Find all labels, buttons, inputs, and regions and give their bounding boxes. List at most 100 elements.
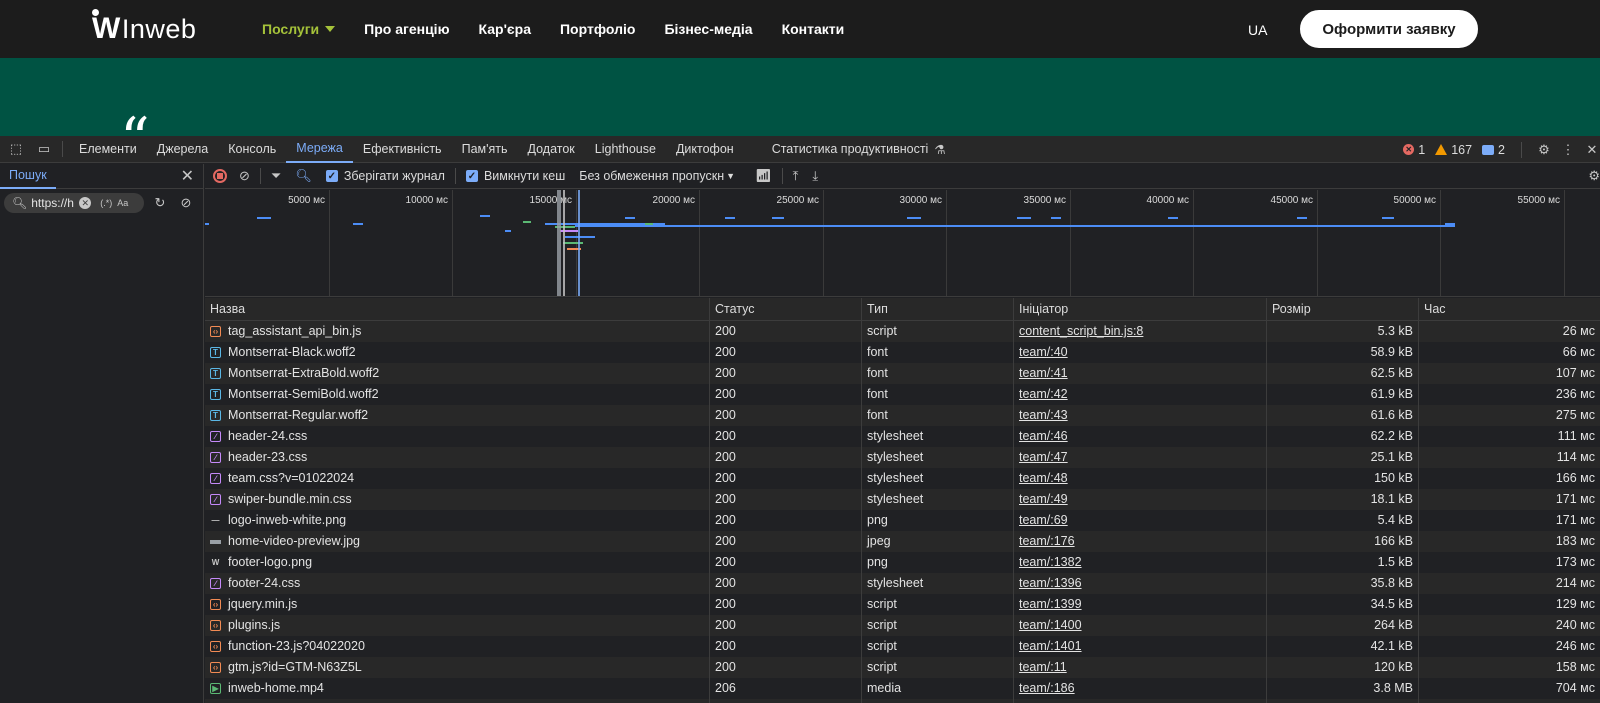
nav-services[interactable]: Послуги xyxy=(262,21,336,37)
tab-elements[interactable]: Елементи xyxy=(69,136,147,163)
initiator-link[interactable]: team/:1400 xyxy=(1019,618,1082,632)
cell-name: ∕ swiper-bundle.min.css xyxy=(205,489,710,510)
network-overview[interactable]: 5000 мс 10000 мс 15000 мс 20000 мс 25000 мс 3… xyxy=(205,190,1600,297)
warning-count-badge[interactable]: 167 xyxy=(1435,143,1472,157)
initiator-link[interactable]: team/:176 xyxy=(1019,534,1075,548)
initiator-link[interactable]: team/:47 xyxy=(1019,450,1068,464)
table-row[interactable]: T Montserrat-SemiBold.woff2 200 font team/:4… xyxy=(205,384,1600,405)
overview-marker[interactable] xyxy=(578,190,580,296)
tab-application[interactable]: Додаток xyxy=(518,136,585,163)
message-count-badge[interactable]: 2 xyxy=(1482,143,1505,157)
inspect-element-icon[interactable]: ⬚ xyxy=(8,141,24,157)
search-tab[interactable]: Пошук xyxy=(0,164,56,189)
table-row[interactable]: ‹› jquery.min.js 200 script team/:1399 34.5 k… xyxy=(205,594,1600,615)
search-network-icon[interactable]: 🔍︎ xyxy=(295,168,312,184)
table-row[interactable]: T Montserrat-Black.woff2 200 font team/:40 58… xyxy=(205,342,1600,363)
initiator-link[interactable]: team/:69 xyxy=(1019,513,1068,527)
table-row[interactable]: T Montserrat-ExtraBold.woff2 200 font team/:… xyxy=(205,363,1600,384)
refresh-icon[interactable]: ↻ xyxy=(152,195,168,211)
tab-sources[interactable]: Джерела xyxy=(147,136,219,163)
initiator-link[interactable]: team/:1399 xyxy=(1019,597,1082,611)
initiator-link[interactable]: team/:11 xyxy=(1019,660,1067,674)
nav-career[interactable]: Кар'єра xyxy=(479,21,531,37)
table-row[interactable]: ‹› function-23.js?04022020 200 script team/:… xyxy=(205,636,1600,657)
column-status[interactable]: Статус xyxy=(710,298,862,321)
table-row[interactable]: ∕ team.css?v=01022024 200 stylesheet team/:4… xyxy=(205,468,1600,489)
more-options-icon[interactable]: ⋮ xyxy=(1560,142,1576,158)
clear-log-icon[interactable]: ⊘ xyxy=(239,168,250,184)
table-row[interactable]: ‹› tag_assistant_api_bin.js 200 script conte… xyxy=(205,321,1600,342)
initiator-link[interactable]: team/:1401 xyxy=(1019,639,1082,653)
table-row[interactable]: home-video-preview.jpg 200 jpeg team/:176 16… xyxy=(205,531,1600,552)
regex-toggle[interactable]: (.*) xyxy=(100,198,112,208)
export-har-icon[interactable]: ⤓ xyxy=(812,168,818,184)
initiator-link[interactable]: team/:1382 xyxy=(1019,555,1082,569)
network-settings-icon[interactable]: ⚙ xyxy=(1588,168,1600,184)
table-row[interactable]: ∕ header-23.css 200 stylesheet team/:47 25.1 … xyxy=(205,447,1600,468)
overview-marker[interactable] xyxy=(557,190,561,296)
initiator-link[interactable]: team/:186 xyxy=(1019,681,1075,695)
table-row[interactable]: Wfooter-logo.png 200 png team/:1382 1.5 kB 17… xyxy=(205,552,1600,573)
cell-initiator: team/:1396 xyxy=(1014,573,1267,594)
nav-portfolio[interactable]: Портфоліо xyxy=(560,21,635,37)
initiator-link[interactable]: team/:48 xyxy=(1019,471,1068,485)
tab-memory[interactable]: Пам'ять xyxy=(452,136,518,163)
preserve-log-checkbox[interactable]: ✓ Зберігати журнал xyxy=(325,169,445,183)
initiator-link[interactable]: team/:1396 xyxy=(1019,576,1082,590)
nav-about[interactable]: Про агенцію xyxy=(364,21,449,37)
nav-business-media[interactable]: Бізнес-медіа xyxy=(664,21,752,37)
cell-size: 62.5 kB xyxy=(1267,363,1419,384)
tab-network[interactable]: Мережа xyxy=(286,136,353,163)
initiator-link[interactable]: team/:41 xyxy=(1019,366,1068,380)
error-count-badge[interactable]: ✕ 1 xyxy=(1403,143,1425,157)
network-conditions-icon[interactable]: 📶︎ xyxy=(755,168,772,184)
initiator-link[interactable]: team/:42 xyxy=(1019,387,1068,401)
close-search-icon[interactable]: ✕ xyxy=(181,166,194,186)
match-case-toggle[interactable]: Aa xyxy=(117,198,128,208)
column-time[interactable]: Час xyxy=(1419,298,1600,321)
cell-status: 200 xyxy=(710,531,862,552)
column-size[interactable]: Розмір xyxy=(1267,298,1419,321)
column-name[interactable]: Назва xyxy=(205,298,710,321)
column-type[interactable]: Тип xyxy=(862,298,1014,321)
search-input[interactable]: 🔍︎ https://h ✕ (.*) Aa xyxy=(4,193,144,213)
initiator-link[interactable]: content_script_bin.js:8 xyxy=(1019,324,1143,338)
overview-marker[interactable] xyxy=(563,190,565,296)
cell-time: 171 мс xyxy=(1555,492,1595,506)
table-row[interactable]: — logo-inweb-white.png 200 png team/:69 5.4 k… xyxy=(205,510,1600,531)
table-row[interactable]: ∕ swiper-bundle.min.css 200 stylesheet team/… xyxy=(205,489,1600,510)
initiator-link[interactable]: team/:46 xyxy=(1019,429,1068,443)
site-logo[interactable]: W Inweb xyxy=(92,9,196,46)
column-initiator[interactable]: Ініціатор xyxy=(1014,298,1267,321)
close-devtools-icon[interactable]: ✕ xyxy=(1584,142,1600,158)
tab-recorder[interactable]: Диктофон xyxy=(666,136,744,163)
cell-status: 200 xyxy=(710,489,862,510)
initiator-link[interactable]: team/:43 xyxy=(1019,408,1068,422)
language-switch[interactable]: UA xyxy=(1248,22,1267,38)
clear-search-icon[interactable]: ✕ xyxy=(79,197,92,209)
settings-gear-icon[interactable]: ⚙ xyxy=(1536,142,1552,158)
throttling-select[interactable]: Без обмеження пропускн ▼ xyxy=(579,169,735,183)
table-row[interactable]: ‹› plugins.js 200 script team/:1400 264 kB 240… xyxy=(205,615,1600,636)
order-button[interactable]: Оформити заявку xyxy=(1300,10,1478,48)
overview-tick-label: 40000 мс xyxy=(1146,195,1189,206)
table-row[interactable]: ▶ inweb-home.mp4 206 media team/:186 3.8 MB 70… xyxy=(205,678,1600,699)
tab-performance[interactable]: Ефективність xyxy=(353,136,452,163)
filter-icon[interactable]: ⏷ xyxy=(271,168,281,184)
initiator-link[interactable]: team/:49 xyxy=(1019,492,1068,506)
tab-console[interactable]: Консоль xyxy=(218,136,286,163)
tab-lighthouse[interactable]: Lighthouse xyxy=(585,136,666,163)
table-row[interactable]: ‹›js?id=G-HZCPGHMSN4&l=dataLayer&cx=c&gt… xyxy=(205,699,1600,703)
stop-recording-button[interactable] xyxy=(213,169,227,183)
disable-cache-checkbox[interactable]: ✓ Вимкнути кеш xyxy=(465,169,565,183)
table-row[interactable]: ‹› gtm.js?id=GTM-N63Z5L 200 script team/:11 1… xyxy=(205,657,1600,678)
table-row[interactable]: ∕ footer-24.css 200 stylesheet team/:1396 35.… xyxy=(205,573,1600,594)
tab-performance-insights[interactable]: Статистика продуктивності ⚗ xyxy=(762,136,956,163)
clear-results-icon[interactable]: ⊘ xyxy=(178,195,194,211)
device-toolbar-icon[interactable]: ▭ xyxy=(36,141,52,157)
table-row[interactable]: T Montserrat-Regular.woff2 200 font team/:43… xyxy=(205,405,1600,426)
table-row[interactable]: ∕ header-24.css 200 stylesheet team/:46 62.2 … xyxy=(205,426,1600,447)
import-har-icon[interactable]: ⤒ xyxy=(793,168,799,184)
nav-contacts[interactable]: Контакти xyxy=(782,21,845,37)
initiator-link[interactable]: team/:40 xyxy=(1019,345,1068,359)
